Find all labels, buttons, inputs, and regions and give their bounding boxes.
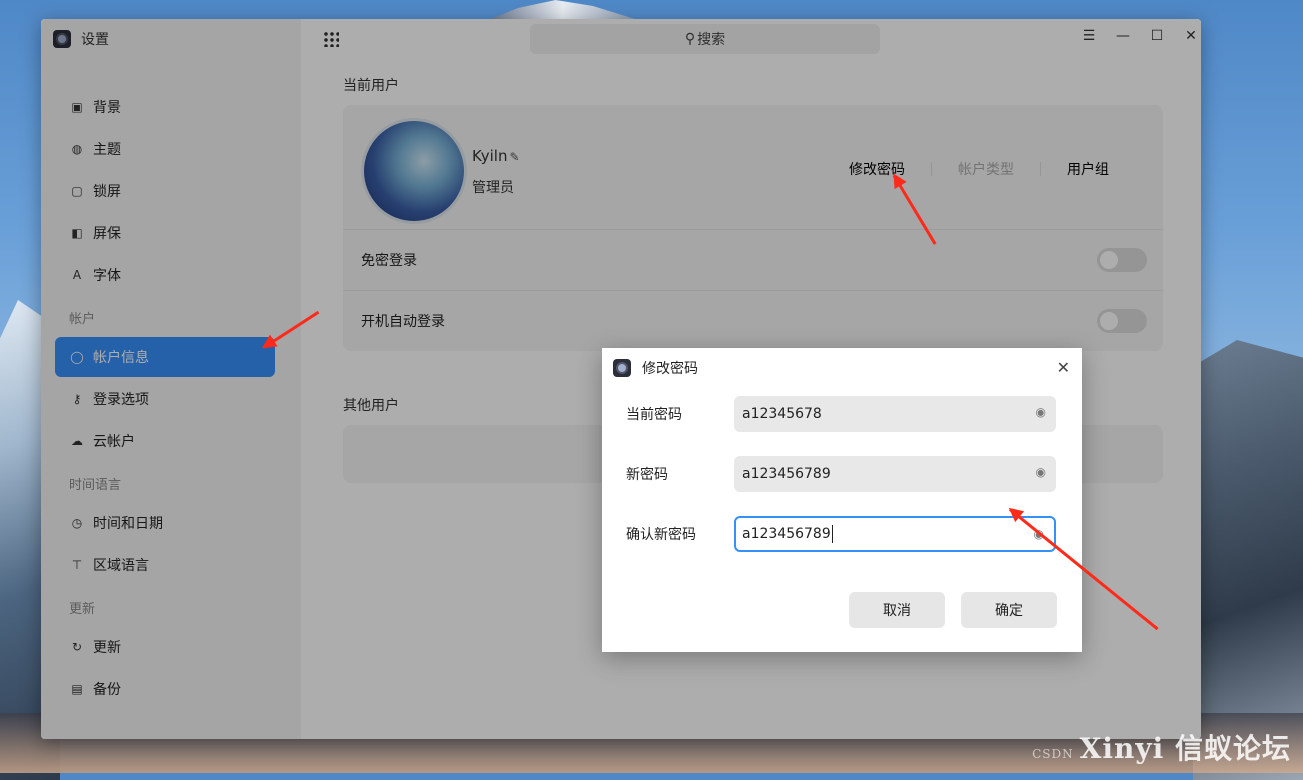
close-icon[interactable]: ✕ xyxy=(1057,358,1070,377)
dialog-header: 修改密码 ✕ xyxy=(602,348,1082,388)
confirm-password-field[interactable]: a123456789 ◉ xyxy=(734,516,1056,552)
watermark: CSDN Xinyi 信蚁论坛 xyxy=(1032,732,1291,765)
wallpaper-peak xyxy=(488,0,638,20)
current-password-field[interactable]: a12345678 ◉ xyxy=(734,396,1056,432)
change-password-dialog: 修改密码 ✕ 当前密码 a12345678 ◉ 新密码 a123456789 ◉… xyxy=(602,348,1082,652)
dialog-title: 修改密码 xyxy=(642,361,698,377)
text-caret xyxy=(831,525,833,543)
current-password-label: 当前密码 xyxy=(626,407,682,423)
new-password-row: 新密码 a123456789 ◉ xyxy=(626,456,1056,492)
new-password-value: a123456789 xyxy=(742,466,831,482)
confirm-password-value: a123456789 xyxy=(742,526,831,542)
new-password-label: 新密码 xyxy=(626,467,668,483)
current-password-value: a12345678 xyxy=(742,406,822,422)
cancel-button[interactable]: 取消 xyxy=(849,592,945,628)
ok-button[interactable]: 确定 xyxy=(961,592,1057,628)
settings-logo-icon xyxy=(613,359,631,377)
eye-icon[interactable]: ◉ xyxy=(1036,465,1046,479)
confirm-password-label: 确认新密码 xyxy=(626,527,696,543)
confirm-password-row: 确认新密码 a123456789 ◉ xyxy=(626,516,1056,552)
current-password-row: 当前密码 a12345678 ◉ xyxy=(626,396,1056,432)
new-password-field[interactable]: a123456789 ◉ xyxy=(734,456,1056,492)
eye-icon[interactable]: ◉ xyxy=(1036,405,1046,419)
